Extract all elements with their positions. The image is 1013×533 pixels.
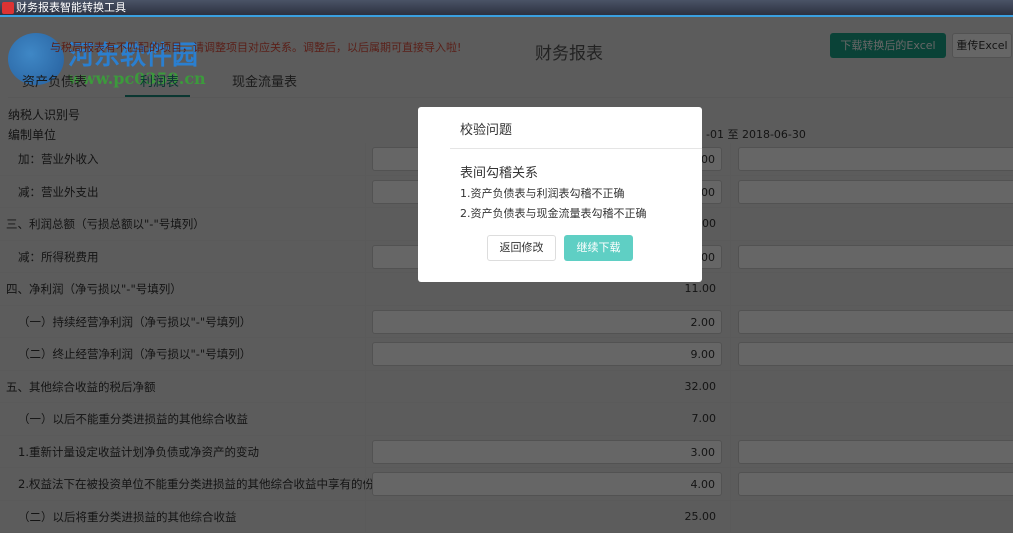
app-icon <box>2 2 14 14</box>
dialog-issue-item: 2.资产负债表与现金流量表勾稽不正确 <box>460 205 647 221</box>
mapping-input[interactable] <box>738 472 1013 496</box>
row-label: 加：营业外收入 <box>18 151 99 167</box>
active-tab-indicator <box>125 95 190 97</box>
table-row: （二）终止经营净利润（净亏损以"-"号填列） 9.00 <box>0 338 1013 371</box>
dialog-divider <box>450 148 702 149</box>
row-label: 1.重新计量设定收益计划净负债或净资产的变动 <box>18 444 259 460</box>
row-label: （一）持续经营净利润（净亏损以"-"号填列） <box>18 314 251 330</box>
column-divider <box>730 143 731 175</box>
mapping-input[interactable] <box>738 440 1013 464</box>
amount-value: 7.00 <box>372 407 722 431</box>
row-label: 减：所得税费用 <box>18 249 99 265</box>
column-divider <box>365 241 366 273</box>
row-label: 三、利润总额（亏损总额以"-"号填列） <box>6 216 205 232</box>
row-label: 四、净利润（净亏损以"-"号填列） <box>6 281 182 297</box>
window-title: 财务报表智能转换工具 <box>16 1 126 14</box>
row-label: （一）以后不能重分类进损益的其他综合收益 <box>18 411 248 427</box>
dialog-issue-item: 1.资产负债表与利润表勾稽不正确 <box>460 185 625 201</box>
column-divider <box>730 371 731 403</box>
column-divider <box>730 208 731 240</box>
row-label: 减：营业外支出 <box>18 184 99 200</box>
column-divider <box>365 371 366 403</box>
row-label: 五、其他综合收益的税后净额 <box>6 379 156 395</box>
column-divider <box>730 176 731 208</box>
mapping-input[interactable] <box>738 342 1013 366</box>
row-label: 2.权益法下在被投资单位不能重分类进损益的其他综合收益中享有的份额 <box>18 476 385 492</box>
column-divider <box>365 338 366 370</box>
amount-value: 25.00 <box>372 505 722 529</box>
column-divider <box>730 501 731 533</box>
column-divider <box>365 208 366 240</box>
mapping-input[interactable] <box>738 147 1013 171</box>
org-label: 编制单位 <box>8 126 56 143</box>
column-divider <box>365 436 366 468</box>
table-row: （一）持续经营净利润（净亏损以"-"号填列） 2.00 <box>0 306 1013 339</box>
amount-value: 32.00 <box>372 375 722 399</box>
column-divider <box>365 468 366 500</box>
table-row: （二）以后将重分类进损益的其他综合收益 25.00 <box>0 501 1013 533</box>
column-divider <box>730 273 731 305</box>
row-label: （二）以后将重分类进损益的其他综合收益 <box>18 509 237 525</box>
column-divider <box>730 403 731 435</box>
amount-input[interactable]: 4.00 <box>372 472 722 496</box>
window-titlebar: 财务报表智能转换工具 <box>0 0 1013 17</box>
amount-input[interactable]: 3.00 <box>372 440 722 464</box>
column-divider <box>730 436 731 468</box>
column-divider <box>365 403 366 435</box>
download-excel-button[interactable]: 下载转换后的Excel <box>830 33 946 58</box>
tab-balance-sheet[interactable]: 资产负债表 <box>22 71 87 90</box>
table-row: 1.重新计量设定收益计划净负债或净资产的变动 3.00 <box>0 436 1013 469</box>
column-divider <box>365 501 366 533</box>
mapping-input[interactable] <box>738 180 1013 204</box>
column-divider <box>730 338 731 370</box>
column-divider <box>365 273 366 305</box>
column-divider <box>730 306 731 338</box>
mapping-input[interactable] <box>738 245 1013 269</box>
dialog-title: 校验问题 <box>460 119 512 138</box>
column-divider <box>365 143 366 175</box>
row-label: （二）终止经营净利润（净亏损以"-"号填列） <box>18 346 251 362</box>
back-to-edit-button[interactable]: 返回修改 <box>487 235 556 261</box>
tab-cash-flow[interactable]: 现金流量表 <box>232 71 297 90</box>
validation-dialog: 校验问题 表间勾稽关系 1.资产负债表与利润表勾稽不正确 2.资产负债表与现金流… <box>418 107 702 282</box>
mismatch-notice: 与税局报表有不匹配的项目，请调整项目对应关系。调整后，以后属期可直接导入啦! <box>50 39 461 55</box>
continue-download-button[interactable]: 继续下载 <box>564 235 633 261</box>
reupload-excel-button[interactable]: 重传Excel <box>952 33 1012 58</box>
column-divider <box>730 468 731 500</box>
amount-input[interactable]: 9.00 <box>372 342 722 366</box>
column-divider <box>365 306 366 338</box>
column-divider <box>730 241 731 273</box>
page-title: 财务报表 <box>535 39 603 64</box>
report-tabs: 资产负债表 利润表 现金流量表 <box>8 65 1013 98</box>
amount-input[interactable]: 2.00 <box>372 310 722 334</box>
dialog-subtitle: 表间勾稽关系 <box>460 162 538 181</box>
column-divider <box>365 176 366 208</box>
mapping-input[interactable] <box>738 310 1013 334</box>
taxpayer-id-label: 纳税人识别号 <box>8 106 80 123</box>
date-range: -01 至 2018-06-30 <box>706 126 806 142</box>
table-row: 五、其他综合收益的税后净额 32.00 <box>0 371 1013 404</box>
tab-income-statement[interactable]: 利润表 <box>140 71 179 90</box>
table-row: 2.权益法下在被投资单位不能重分类进损益的其他综合收益中享有的份额 4.00 <box>0 468 1013 501</box>
table-row: （一）以后不能重分类进损益的其他综合收益 7.00 <box>0 403 1013 436</box>
